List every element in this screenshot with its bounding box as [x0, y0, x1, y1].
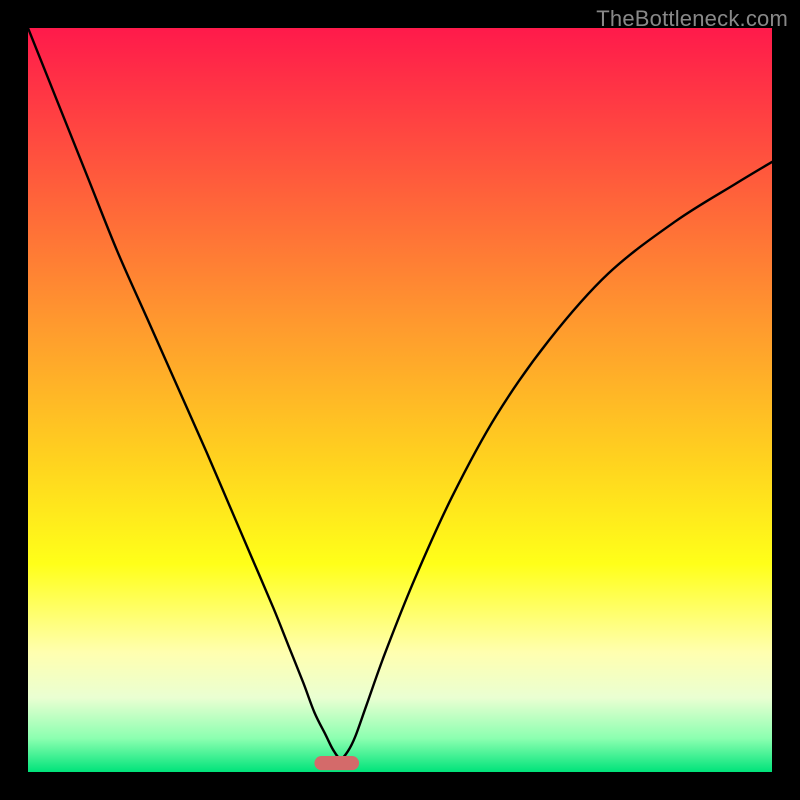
- bottleneck-chart: [28, 28, 772, 772]
- gradient-background: [28, 28, 772, 772]
- optimal-marker: [314, 756, 359, 770]
- plot-area: [28, 28, 772, 772]
- chart-frame: TheBottleneck.com: [0, 0, 800, 800]
